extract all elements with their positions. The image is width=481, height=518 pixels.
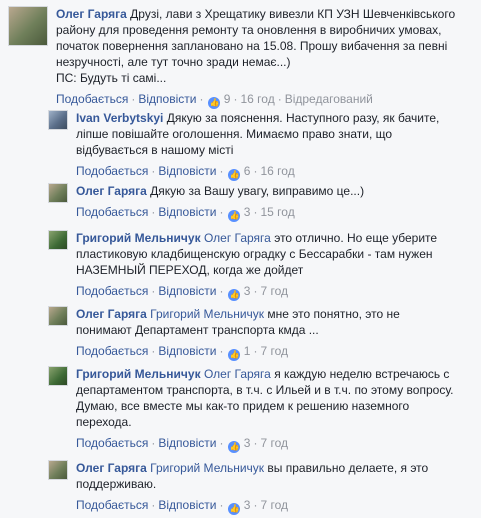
- reply-actions: Подобається · Відповісти · 👍 6 · 16 год: [76, 164, 295, 181]
- reply-text: Ivan Verbytskyi Дякую за пояснення. Наст…: [76, 110, 476, 158]
- reply-actions: Подобається · Відповісти · 👍 3 · 7 год: [76, 436, 289, 453]
- thumbs-up-icon: 👍: [228, 169, 241, 181]
- reply-actions: Подобається · Відповісти · 👍 3 · 15 год: [76, 205, 295, 222]
- reply-actions: Подобається · Відповісти · 👍 3 · 7 год: [76, 498, 289, 515]
- reply-line: Дякую за Вашу увагу, виправимо це...): [150, 184, 365, 198]
- like-button[interactable]: Подобається: [76, 498, 148, 512]
- reply-line: ліпше повішайте оголошення. Мимаємо прав…: [76, 127, 393, 141]
- reply-author[interactable]: Олег Гаряга: [76, 307, 147, 321]
- thumbs-up-icon: 👍: [228, 503, 241, 515]
- reply-line: відбувається в нашому місті: [76, 143, 234, 157]
- reply-author[interactable]: Григорий Мельничук: [76, 367, 201, 381]
- comment-actions: Подобається · Відповісти · 👍 9 · 16 год · Відред…: [56, 92, 373, 109]
- reply-button[interactable]: Відповісти: [158, 284, 216, 298]
- reply-button[interactable]: Відповісти: [158, 498, 216, 512]
- like-button[interactable]: Подобається: [76, 436, 148, 450]
- avatar[interactable]: [48, 110, 68, 130]
- reply-author[interactable]: Григорий Мельничук: [76, 231, 201, 245]
- like-button[interactable]: Подобається: [76, 344, 148, 358]
- reply-time[interactable]: 7 год: [260, 344, 288, 358]
- reply-line: Дякую за пояснення. Наступного разу, як …: [166, 111, 440, 125]
- reply-author[interactable]: Ivan Verbytskyi: [76, 111, 163, 125]
- reply-time[interactable]: 7 год: [260, 436, 288, 450]
- comment-text: Олег Гаряга Друзі, лави з Хрещатику виве…: [56, 6, 476, 86]
- avatar[interactable]: [48, 306, 68, 326]
- avatar[interactable]: [48, 183, 68, 203]
- avatar[interactable]: [48, 460, 68, 480]
- comment-line: незручності, але тут точно зради немає..…: [56, 55, 291, 69]
- reply-author[interactable]: Олег Гаряга: [76, 461, 147, 475]
- reply-button[interactable]: Відповісти: [158, 344, 216, 358]
- reply-line: понимают Департамент транспорта кмда ...: [76, 323, 319, 337]
- comment-line: Друзі, лави з Хрещатику вивезли КП УЗН Ш…: [130, 7, 456, 21]
- reply-time[interactable]: 15 год: [260, 205, 294, 219]
- edited-label[interactable]: Відредагований: [285, 92, 373, 106]
- avatar[interactable]: [48, 230, 68, 250]
- mention-link[interactable]: Григорий Мельничук: [150, 307, 264, 321]
- reply-button[interactable]: Відповісти: [158, 436, 216, 450]
- comment-author[interactable]: Олег Гаряга: [56, 7, 127, 21]
- reply-button[interactable]: Відповісти: [158, 205, 216, 219]
- reply-time[interactable]: 7 год: [260, 498, 288, 512]
- reply-text: Олег Гаряга Григорий Мельничук вы правил…: [76, 460, 476, 492]
- thumbs-up-icon: 👍: [208, 97, 221, 109]
- comment-thread: Олег Гаряга Друзі, лави з Хрещатику виве…: [0, 0, 481, 518]
- comment-time[interactable]: 16 год: [240, 92, 274, 106]
- reply-text: Григорий Мельничук Олег Гаряга я каждую …: [76, 366, 476, 430]
- thumbs-up-icon: 👍: [228, 441, 241, 453]
- reply-text: Олег Гаряга Григорий Мельничук мне это п…: [76, 306, 476, 338]
- reply-button[interactable]: Відповісти: [158, 164, 216, 178]
- reply-button[interactable]: Відповісти: [138, 92, 196, 106]
- reply-line: я каждую неделю встречаюсь с: [274, 367, 450, 381]
- reply-line: мне это понятно, это не: [267, 307, 400, 321]
- thumbs-up-icon: 👍: [228, 210, 241, 222]
- comment-line: початок повернення заплановано на 15.08.…: [56, 39, 448, 53]
- reply-author[interactable]: Олег Гаряга: [76, 184, 147, 198]
- reply-text: Олег Гаряга Дякую за Вашу увагу, виправи…: [76, 183, 476, 199]
- reply-time[interactable]: 7 год: [260, 284, 288, 298]
- like-button[interactable]: Подобається: [76, 164, 148, 178]
- reply-actions: Подобається · Відповісти · 👍 1 · 7 год: [76, 344, 289, 361]
- like-button[interactable]: Подобається: [76, 284, 148, 298]
- reply-line: вы правильно делаете, я это: [267, 461, 429, 475]
- reply-line: перехода.: [76, 415, 132, 429]
- avatar[interactable]: [48, 366, 68, 386]
- reply-line: пластиковую кладбищенскую оградку с Бесс…: [76, 247, 433, 261]
- mention-link[interactable]: Олег Гаряга: [204, 367, 271, 381]
- like-button[interactable]: Подобається: [76, 205, 148, 219]
- reply-line: поддерживаю.: [76, 477, 157, 491]
- reply-line: департаментом транспорта, в т.ч. с Ильей…: [76, 383, 454, 397]
- mention-link[interactable]: Григорий Мельничук: [150, 461, 264, 475]
- comment-line: ПС: Будуть ті самі...: [56, 71, 167, 85]
- avatar[interactable]: [8, 6, 48, 46]
- reply-line: это отлично. Но еще уберите: [274, 231, 438, 245]
- like-button[interactable]: Подобається: [56, 92, 128, 106]
- thumbs-up-icon: 👍: [228, 349, 241, 361]
- reply-line: НАЗЕМНЫЙ ПЕРЕХОД, когда же дойдет: [76, 263, 304, 277]
- reply-actions: Подобається · Відповісти · 👍 3 · 7 год: [76, 284, 289, 301]
- mention-link[interactable]: Олег Гаряга: [204, 231, 271, 245]
- comment-line: району для проведення ремонту та оновлен…: [56, 23, 442, 37]
- thumbs-up-icon: 👍: [228, 289, 241, 301]
- reply-time[interactable]: 16 год: [260, 164, 294, 178]
- reply-text: Григорий Мельничук Олег Гаряга это отлич…: [76, 230, 476, 278]
- reply-line: Думаю, все вместе мы как-то придем к реш…: [76, 399, 410, 413]
